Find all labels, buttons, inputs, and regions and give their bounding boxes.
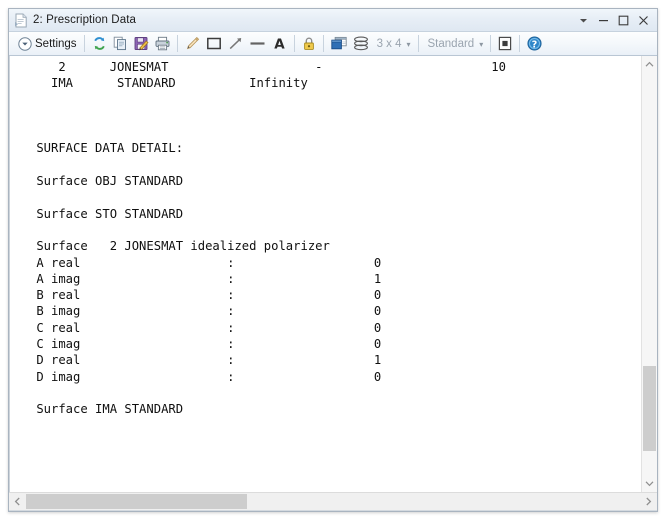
grid-size-dropdown[interactable]: 3 x 4 ▾ [372,33,414,55]
document-icon [14,13,28,28]
pencil-tool-button[interactable] [182,33,203,55]
style-dropdown[interactable]: Standard ▾ [423,33,487,55]
style-label: Standard [427,37,475,50]
print-icon [155,36,170,51]
copy-button[interactable] [110,33,131,55]
horizontal-scrollbar[interactable] [9,492,657,510]
grid-size-label: 3 x 4 [376,37,402,50]
content-area: 2 JONESMAT - 10 IMA STANDARD Infinity SU… [9,56,657,511]
fullscreen-button[interactable] [495,33,515,55]
toolbar-separator [83,35,85,52]
toolbar-separator [293,35,295,52]
text-annotation-button[interactable]: A [269,33,290,55]
text-annotation-icon: A [272,36,287,51]
save-button[interactable] [131,33,152,55]
toolbar-separator [519,35,521,52]
print-button[interactable] [152,33,173,55]
toolbar-separator [176,35,178,52]
layers-icon [353,36,369,51]
line-tool-button[interactable] [246,33,269,55]
layers-button[interactable] [350,33,372,55]
help-icon: ? [527,36,542,51]
refresh-button[interactable] [89,33,110,55]
toolbar-separator [490,35,492,52]
prescription-report-text: 2 JONESMAT - 10 IMA STANDARD Infinity SU… [36,60,506,417]
copy-icon [113,36,128,51]
settings-button[interactable]: Settings [15,33,80,55]
window-title: 2: Prescription Data [33,14,136,26]
arrow-icon [228,36,243,51]
minimize-button[interactable] [593,11,613,31]
scroll-left-button[interactable] [9,493,26,510]
line-icon [249,36,266,51]
scroll-right-button[interactable] [640,493,657,510]
pencil-icon [185,36,200,51]
chevron-down-icon: ▾ [479,40,484,49]
titlebar-dropdown-button[interactable] [573,11,593,31]
chevron-down-circle-icon [18,36,32,51]
maximize-button[interactable] [613,11,633,31]
window-titlebar[interactable]: 2: Prescription Data [9,9,657,32]
vertical-scroll-track[interactable] [642,73,657,475]
toolbar: Settings A 3 x 4 ▾ Standard ▾ ? [9,32,657,56]
save-icon [134,36,149,51]
vertical-scrollbar[interactable] [641,56,657,492]
report-text-pane[interactable]: 2 JONESMAT - 10 IMA STANDARD Infinity SU… [9,56,641,492]
chevron-down-icon: ▾ [406,40,411,49]
scroll-down-button[interactable] [642,475,657,492]
rectangle-tool-button[interactable] [203,33,225,55]
horizontal-scroll-thumb[interactable] [26,494,248,509]
refresh-icon [92,36,107,51]
content-row: 2 JONESMAT - 10 IMA STANDARD Infinity SU… [9,56,657,492]
toolbar-separator [417,35,419,52]
scroll-up-button[interactable] [642,56,657,73]
horizontal-scroll-track[interactable] [26,493,640,510]
window-layout-button[interactable] [328,33,350,55]
help-button[interactable]: ? [524,33,545,55]
fullscreen-icon [498,36,512,51]
prescription-data-window: 2: Prescription Data Settings A 3 x 4 ▾ … [8,8,658,512]
vertical-scroll-thumb[interactable] [643,366,656,451]
rectangle-icon [206,36,222,51]
lock-button[interactable] [299,33,319,55]
lock-icon [302,36,316,51]
settings-label: Settings [35,37,77,50]
window-icon [330,36,347,51]
svg-text:A: A [274,37,285,51]
svg-text:?: ? [532,39,538,50]
arrow-tool-button[interactable] [225,33,246,55]
window-controls [573,9,653,32]
toolbar-separator [322,35,324,52]
close-button[interactable] [633,11,653,31]
